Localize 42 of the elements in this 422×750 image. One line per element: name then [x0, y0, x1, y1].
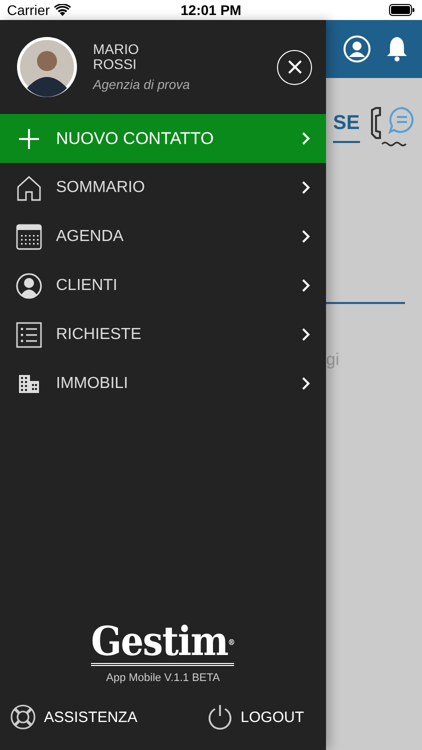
menu-label: IMMOBILI [56, 374, 130, 392]
tab-label[interactable]: SE [333, 112, 360, 142]
lifebuoy-icon [10, 704, 36, 730]
carrier-name: Carrier [7, 2, 50, 18]
menu-label: SOMMARIO [56, 178, 146, 196]
plus-icon [16, 128, 42, 150]
wifi-icon [54, 4, 71, 16]
menu-label: CLIENTI [56, 276, 118, 294]
menu-item[interactable]: IMMOBILI [0, 359, 326, 408]
power-icon [206, 704, 233, 730]
status-time: 12:01 PM [180, 2, 242, 18]
menu-label: RICHIESTE [56, 326, 142, 344]
logout-button[interactable]: LOGOUT [206, 704, 304, 730]
menu-item[interactable]: RICHIESTE [0, 310, 326, 359]
menu-item[interactable]: AGENDA [0, 212, 326, 261]
user-surname: ROSSI [93, 57, 138, 72]
building-icon [16, 374, 42, 394]
battery-icon [388, 4, 415, 16]
brand-logo: Gestim® [91, 621, 235, 666]
chevron-icon [302, 181, 310, 194]
menu-label: AGENDA [56, 228, 125, 246]
house-icon [16, 174, 42, 200]
chevron-icon [302, 279, 310, 292]
avatar-icon [16, 36, 78, 98]
chevron-icon [302, 377, 310, 390]
menu-label: NUOVO CONTATTO [56, 128, 215, 148]
close-icon [288, 60, 302, 74]
menu-item[interactable]: SOMMARIO [0, 163, 326, 212]
version-text: App Mobile V.1.1 BETA [106, 672, 220, 684]
menu-item[interactable]: CLIENTI [0, 261, 326, 310]
user-circle-icon[interactable] [343, 35, 371, 63]
support-button[interactable]: ASSISTENZA [10, 704, 138, 730]
chevron-icon [302, 328, 310, 341]
user-name: MARIO [93, 42, 140, 57]
bell-icon[interactable] [385, 36, 409, 62]
chevron-icon [302, 230, 310, 243]
chevron-icon [302, 132, 310, 145]
list-icon [16, 322, 42, 348]
person-icon [16, 272, 42, 298]
agency-name: Agenzia di prova [93, 77, 191, 92]
calendar-icon [16, 224, 42, 250]
close-button[interactable] [277, 50, 312, 84]
